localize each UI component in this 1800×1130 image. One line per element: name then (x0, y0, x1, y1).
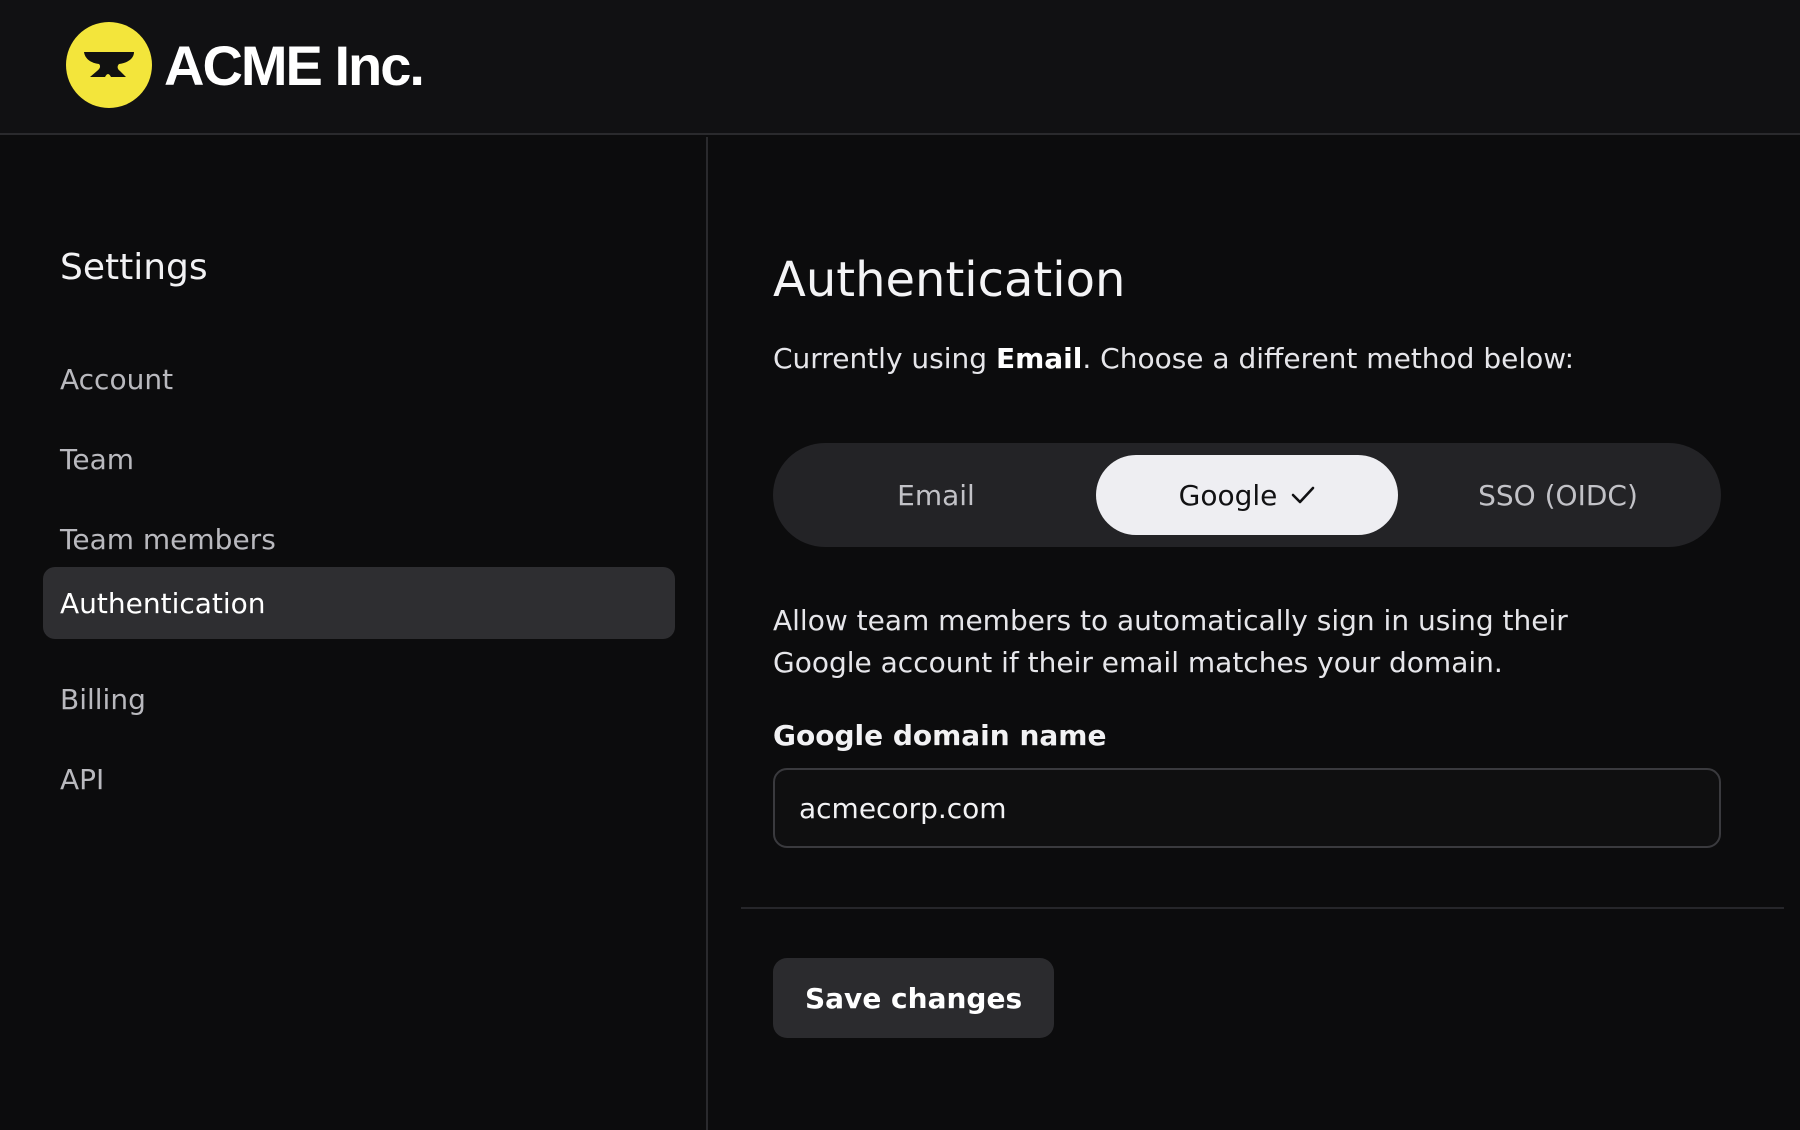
anvil-icon (66, 22, 152, 108)
domain-input[interactable] (773, 768, 1721, 848)
brand[interactable]: ACME Inc. (66, 22, 425, 108)
sidebar-item-api[interactable]: API (43, 743, 675, 815)
method-option-label: Google (1178, 478, 1278, 512)
page-title: Authentication (773, 252, 1126, 308)
method-option-sso[interactable]: SSO (OIDC) (1407, 455, 1709, 535)
sidebar-item-billing[interactable]: Billing (43, 663, 675, 735)
method-description: Allow team members to automatically sign… (773, 604, 1568, 679)
sidebar-item-team[interactable]: Team (43, 423, 675, 495)
main-content: Authentication Currently using Email. Ch… (710, 137, 1800, 1130)
current-method-value: Email (995, 342, 1083, 375)
sidebar-title: Settings (60, 247, 208, 288)
divider (741, 907, 1784, 909)
current-method-suffix: . Choose a different method below: (1082, 342, 1575, 375)
method-option-label: Email (897, 478, 975, 512)
sidebar-item-account[interactable]: Account (43, 343, 675, 415)
current-method-text: Currently using Email. Choose a differen… (773, 342, 1574, 375)
save-button[interactable]: Save changes (773, 958, 1055, 1038)
settings-sidebar: Settings Account Team Team members Authe… (0, 137, 708, 1130)
current-method-prefix: Currently using (773, 342, 996, 375)
top-bar: ACME Inc. (0, 0, 1800, 135)
method-option-email[interactable]: Email (785, 455, 1087, 535)
checkmark-icon (1291, 479, 1315, 512)
method-option-label: SSO (OIDC) (1478, 478, 1638, 512)
sidebar-item-authentication[interactable]: Authentication (43, 567, 675, 639)
auth-method-selector: Email Google SSO (OIDC) (773, 443, 1721, 547)
sidebar-item-team-members[interactable]: Team members (43, 503, 675, 575)
domain-field-label: Google domain name (773, 719, 1107, 752)
brand-name: ACME Inc. (164, 33, 425, 97)
method-option-google[interactable]: Google (1096, 455, 1398, 535)
